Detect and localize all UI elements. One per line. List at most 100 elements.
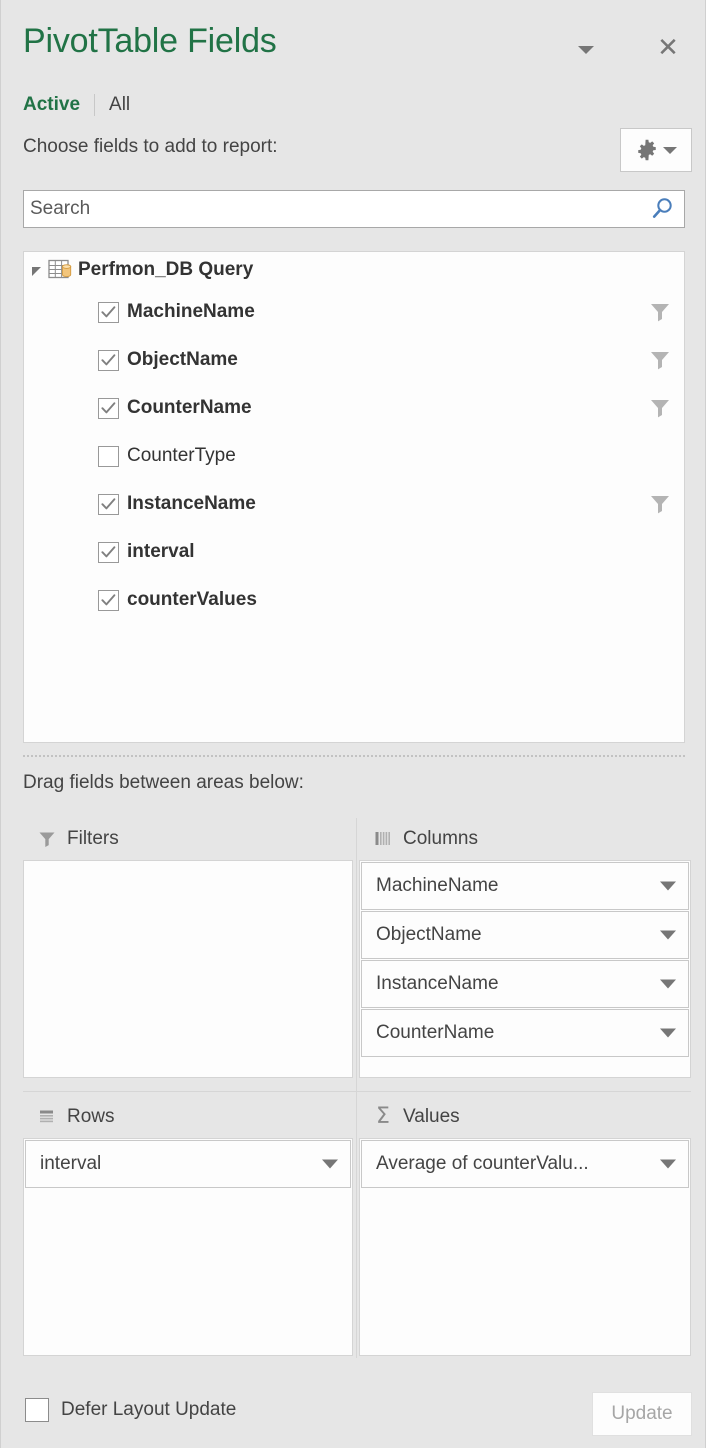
field-scope-tabs: Active All	[23, 90, 130, 120]
field-list-item[interactable]: InstanceName	[24, 480, 684, 528]
area-field-pill[interactable]: Average of counterValu...	[361, 1140, 689, 1188]
area-field-pill[interactable]: MachineName	[361, 862, 689, 910]
area-filters-header: Filters	[23, 818, 355, 860]
field-list[interactable]: Perfmon_DB Query MachineName ObjectName Co…	[23, 251, 685, 743]
area-rows-dropzone[interactable]: interval	[23, 1138, 353, 1356]
area-rows-title: Rows	[67, 1106, 115, 1127]
field-list-table-name: Perfmon_DB Query	[78, 259, 254, 280]
sigma-icon: Σ	[376, 1104, 390, 1129]
field-list-item[interactable]: CounterName	[24, 384, 684, 432]
pivottable-fields-panel: PivotTable Fields ✕ Active All Choose fi…	[0, 0, 706, 1448]
field-checkbox[interactable]	[98, 589, 119, 611]
area-columns[interactable]: Columns MachineName ObjectName InstanceNam…	[359, 818, 691, 1080]
area-field-pill-label: Average of counterValu...	[376, 1153, 589, 1174]
area-field-pill-label: ObjectName	[376, 924, 482, 945]
field-list-item[interactable]: interval	[24, 528, 684, 576]
drag-fields-hint: Drag fields between areas below:	[23, 772, 304, 793]
area-values[interactable]: Σ Values Average of counterValu...	[359, 1096, 691, 1358]
area-field-pill[interactable]: CounterName	[361, 1009, 689, 1057]
filter-funnel-icon	[651, 352, 669, 370]
field-label: interval	[127, 541, 195, 562]
field-list-tools-button[interactable]	[620, 128, 692, 172]
area-columns-header: Columns	[359, 818, 691, 860]
areas-vertical-divider	[356, 818, 357, 1358]
field-list-item[interactable]: counterValues	[24, 576, 684, 624]
area-values-dropzone[interactable]: Average of counterValu...	[359, 1138, 691, 1356]
chevron-down-icon	[578, 46, 594, 54]
panel-splitter[interactable]	[23, 755, 685, 760]
columns-bars-icon	[373, 829, 393, 849]
area-rows-header: Rows	[23, 1096, 355, 1138]
field-label: ObjectName	[127, 349, 238, 370]
field-checkbox[interactable]	[98, 493, 119, 515]
area-field-pill-label: interval	[40, 1153, 102, 1174]
field-list-item[interactable]: ObjectName	[24, 336, 684, 384]
defer-layout-update-checkbox[interactable]	[25, 1398, 49, 1422]
area-field-pill-label: MachineName	[376, 875, 499, 896]
area-columns-dropzone[interactable]: MachineName ObjectName InstanceName Counter…	[359, 860, 691, 1078]
chevron-down-icon[interactable]	[660, 1159, 676, 1169]
page-title: PivotTable Fields	[23, 22, 277, 60]
defer-layout-update-label: Defer Layout Update	[61, 1399, 237, 1420]
field-list-item[interactable]: CounterType	[24, 432, 684, 480]
tab-all[interactable]: All	[109, 94, 130, 116]
close-panel-button[interactable]: ✕	[651, 31, 685, 65]
area-rows[interactable]: Rows interval	[23, 1096, 355, 1358]
field-filter-button[interactable]	[648, 396, 672, 420]
table-database-icon	[48, 259, 72, 279]
panel-options-chevron-button[interactable]	[569, 33, 603, 67]
area-field-pill[interactable]: interval	[25, 1140, 351, 1188]
area-values-title: Values	[403, 1106, 460, 1127]
update-button[interactable]: Update	[592, 1392, 692, 1436]
defer-layout-update-row[interactable]: Defer Layout Update	[25, 1398, 236, 1422]
panel-titlebar: PivotTable Fields ✕	[1, 0, 706, 86]
field-checkbox[interactable]	[98, 541, 119, 563]
tab-divider	[94, 94, 96, 116]
chevron-down-icon[interactable]	[660, 930, 676, 940]
area-field-pill[interactable]: InstanceName	[361, 960, 689, 1008]
chevron-down-icon[interactable]	[660, 881, 676, 891]
area-field-pill-label: InstanceName	[376, 973, 499, 994]
field-filter-button[interactable]	[648, 300, 672, 324]
rows-lines-icon	[37, 1107, 57, 1127]
field-label: InstanceName	[127, 493, 256, 514]
area-filters-dropzone[interactable]	[23, 860, 353, 1078]
collapse-triangle-icon[interactable]	[32, 266, 41, 276]
field-filter-button[interactable]	[648, 492, 672, 516]
chevron-down-icon	[662, 146, 677, 154]
chevron-down-icon[interactable]	[660, 1028, 676, 1038]
field-filter-button[interactable]	[648, 348, 672, 372]
gear-icon	[637, 139, 656, 161]
field-checkbox[interactable]	[98, 445, 119, 467]
area-values-header: Σ Values	[359, 1096, 691, 1138]
field-checkbox[interactable]	[98, 301, 119, 323]
search-button[interactable]	[640, 191, 684, 227]
checkmark-icon	[101, 305, 116, 317]
field-checkbox[interactable]	[98, 349, 119, 371]
checkmark-icon	[101, 545, 116, 557]
field-label: counterValues	[127, 589, 257, 610]
chevron-down-icon[interactable]	[322, 1159, 338, 1169]
area-filters[interactable]: Filters	[23, 818, 355, 1080]
field-label: MachineName	[127, 301, 255, 322]
chevron-down-icon[interactable]	[660, 979, 676, 989]
checkmark-icon	[101, 497, 116, 509]
choose-fields-label: Choose fields to add to report:	[23, 136, 278, 157]
area-filters-title: Filters	[67, 828, 119, 849]
field-list-table-header[interactable]: Perfmon_DB Query	[24, 252, 684, 288]
area-field-pill[interactable]: ObjectName	[361, 911, 689, 959]
area-columns-title: Columns	[403, 828, 478, 849]
field-list-item[interactable]: MachineName	[24, 288, 684, 336]
tab-active[interactable]: Active	[23, 94, 80, 116]
field-label: CounterName	[127, 397, 252, 418]
area-field-pill-label: CounterName	[376, 1022, 495, 1043]
search-icon	[652, 198, 672, 218]
checkmark-icon	[101, 593, 116, 605]
search-input[interactable]	[24, 191, 640, 227]
filter-funnel-icon	[651, 304, 669, 322]
areas-horizontal-divider	[23, 1091, 691, 1092]
close-icon: ✕	[657, 33, 679, 63]
field-checkbox[interactable]	[98, 397, 119, 419]
search-box[interactable]	[23, 190, 685, 228]
filter-funnel-icon	[37, 829, 57, 849]
